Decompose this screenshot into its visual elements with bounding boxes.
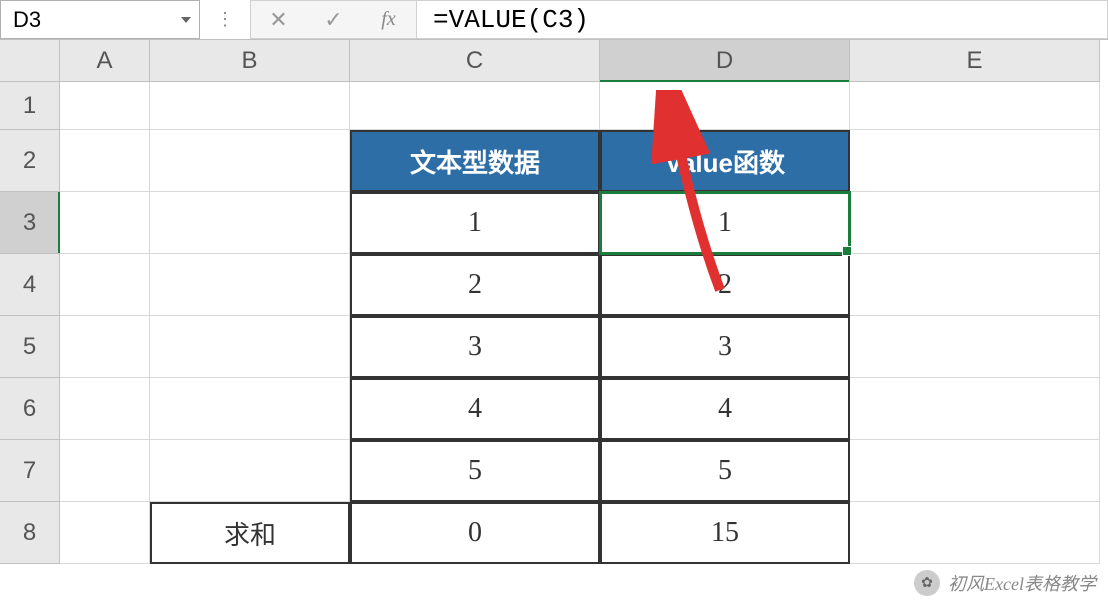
cell-c4[interactable]: 2 — [350, 254, 600, 316]
row-header-8[interactable]: 8 — [0, 502, 60, 564]
cell-e7[interactable] — [850, 440, 1100, 502]
cell-a5[interactable] — [60, 316, 150, 378]
cell-c6[interactable]: 4 — [350, 378, 600, 440]
formula-bar-divider: ⋮ — [200, 0, 250, 39]
watermark-text: 初风Excel表格教学 — [948, 570, 1096, 596]
col-header-a[interactable]: A — [60, 40, 150, 82]
cell-d2[interactable]: Value函数 — [600, 130, 850, 192]
name-box-value: D3 — [13, 7, 41, 33]
row-header-4[interactable]: 4 — [0, 254, 60, 316]
cell-c2[interactable]: 文本型数据 — [350, 130, 600, 192]
cell-d6[interactable]: 4 — [600, 378, 850, 440]
formula-bar: D3 ⋮ ✕ ✓ fx =VALUE(C3) — [0, 0, 1108, 40]
row-header-2[interactable]: 2 — [0, 130, 60, 192]
wechat-icon: ✿ — [914, 570, 940, 596]
cell-d1[interactable] — [600, 82, 850, 130]
name-box-dropdown-icon[interactable] — [181, 17, 191, 23]
cell-a2[interactable] — [60, 130, 150, 192]
cell-d7[interactable]: 5 — [600, 440, 850, 502]
cell-b5[interactable] — [150, 316, 350, 378]
row-header-1[interactable]: 1 — [0, 82, 60, 130]
cell-c8[interactable]: 0 — [350, 502, 600, 564]
cell-c1[interactable] — [350, 82, 600, 130]
cell-b6[interactable] — [150, 378, 350, 440]
cell-c5[interactable]: 3 — [350, 316, 600, 378]
cell-a6[interactable] — [60, 378, 150, 440]
cell-d3[interactable]: 1 — [600, 192, 850, 254]
formula-input[interactable]: =VALUE(C3) — [416, 0, 1108, 39]
cell-d4[interactable]: 2 — [600, 254, 850, 316]
cell-a1[interactable] — [60, 82, 150, 130]
cell-e1[interactable] — [850, 82, 1100, 130]
row-header-7[interactable]: 7 — [0, 440, 60, 502]
cancel-icon[interactable]: ✕ — [251, 7, 306, 33]
cell-e4[interactable] — [850, 254, 1100, 316]
cell-b1[interactable] — [150, 82, 350, 130]
name-box[interactable]: D3 — [0, 0, 200, 39]
formula-text: =VALUE(C3) — [433, 5, 589, 35]
cell-e2[interactable] — [850, 130, 1100, 192]
row-header-6[interactable]: 6 — [0, 378, 60, 440]
col-header-e[interactable]: E — [850, 40, 1100, 82]
cell-b8[interactable]: 求和 — [150, 502, 350, 564]
cell-a8[interactable] — [60, 502, 150, 564]
cell-d5[interactable]: 3 — [600, 316, 850, 378]
formula-bar-buttons: ✕ ✓ fx — [250, 0, 416, 39]
spreadsheet-grid[interactable]: A B C D E 1 2 文本型数据 Value函数 3 1 1 4 2 2 … — [0, 40, 1108, 564]
cell-a7[interactable] — [60, 440, 150, 502]
cell-c3[interactable]: 1 — [350, 192, 600, 254]
fx-icon[interactable]: fx — [361, 8, 416, 31]
cell-b7[interactable] — [150, 440, 350, 502]
cell-e8[interactable] — [850, 502, 1100, 564]
cell-a4[interactable] — [60, 254, 150, 316]
col-header-b[interactable]: B — [150, 40, 350, 82]
cell-e5[interactable] — [850, 316, 1100, 378]
cell-c7[interactable]: 5 — [350, 440, 600, 502]
col-header-d[interactable]: D — [600, 40, 850, 82]
cell-b2[interactable] — [150, 130, 350, 192]
select-all-corner[interactable] — [0, 40, 60, 82]
confirm-icon[interactable]: ✓ — [306, 7, 361, 33]
row-header-3[interactable]: 3 — [0, 192, 60, 254]
cell-a3[interactable] — [60, 192, 150, 254]
watermark: ✿ 初风Excel表格教学 — [914, 570, 1096, 596]
cell-b4[interactable] — [150, 254, 350, 316]
cell-e6[interactable] — [850, 378, 1100, 440]
col-header-c[interactable]: C — [350, 40, 600, 82]
cell-e3[interactable] — [850, 192, 1100, 254]
row-header-5[interactable]: 5 — [0, 316, 60, 378]
cell-b3[interactable] — [150, 192, 350, 254]
cell-d8[interactable]: 15 — [600, 502, 850, 564]
